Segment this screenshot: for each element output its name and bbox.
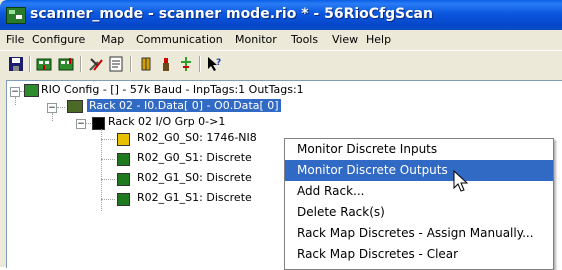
properties-icon[interactable]: [107, 55, 125, 73]
window-title: scanner_mode - scanner mode.rio * - 56Ri…: [30, 6, 433, 22]
menu-bar: File Configure Map Communication Monitor…: [0, 30, 562, 50]
rio-config-icon: [24, 84, 39, 97]
title-bar[interactable]: scanner_mode - scanner mode.rio * - 56Ri…: [0, 0, 562, 30]
root-node-label[interactable]: RIO Config - [] - 57k Baud - InpTags:1 O…: [41, 83, 304, 96]
slot-node-label[interactable]: R02_G0_S0: 1746-NI8: [137, 131, 257, 144]
slot-node-label[interactable]: R02_G0_S1: Discrete: [137, 151, 252, 164]
menu-monitor-discrete-outputs[interactable]: Monitor Discrete Outputs: [285, 160, 553, 181]
menu-view[interactable]: View: [332, 33, 358, 46]
menu-tools[interactable]: Tools: [291, 33, 318, 46]
rack-node-label[interactable]: Rack 02 - I0.Data[ 0] - O0.Data[ 0]: [87, 99, 281, 112]
tools-icon[interactable]: [87, 55, 105, 73]
slot-icon-discrete: [117, 193, 130, 206]
input-icon[interactable]: [137, 55, 155, 73]
menu-map[interactable]: Map: [101, 33, 124, 46]
menu-monitor[interactable]: Monitor: [235, 33, 277, 46]
upload-icon[interactable]: [57, 55, 75, 73]
group-expander[interactable]: −: [76, 119, 86, 129]
slot-icon-discrete: [117, 173, 130, 186]
root-expander[interactable]: −: [10, 87, 20, 97]
menu-rack-map-clear[interactable]: Rack Map Discretes - Clear: [285, 244, 553, 265]
slot-icon-discrete: [117, 153, 130, 166]
help-pointer-icon[interactable]: ?: [205, 55, 223, 73]
rack-expander[interactable]: −: [47, 103, 57, 113]
app-window: scanner_mode - scanner mode.rio * - 56Ri…: [0, 0, 562, 270]
app-icon: [6, 7, 26, 24]
menu-communication[interactable]: Communication: [136, 33, 223, 46]
slot-node-label[interactable]: R02_G1_S1: Discrete: [137, 191, 252, 204]
toolbar: ?: [0, 50, 562, 77]
svg-text:?: ?: [216, 58, 221, 68]
group-node-label[interactable]: Rack 02 I/O Grp 0->1: [108, 115, 225, 128]
io-group-icon: [92, 117, 105, 130]
output-icon[interactable]: [157, 55, 175, 73]
mouse-cursor-icon: [453, 170, 469, 192]
menu-monitor-discrete-inputs[interactable]: Monitor Discrete Inputs: [285, 139, 553, 160]
menu-help[interactable]: Help: [366, 33, 391, 46]
save-icon[interactable]: [7, 55, 25, 73]
context-menu: Monitor Discrete Inputs Monitor Discrete…: [284, 138, 554, 270]
menu-file[interactable]: File: [6, 33, 24, 46]
menu-configure[interactable]: Configure: [32, 33, 85, 46]
rack-icon: [67, 100, 83, 113]
add-icon[interactable]: [177, 55, 195, 73]
menu-rack-map-assign[interactable]: Rack Map Discretes - Assign Manually...: [285, 223, 553, 244]
slot-node-label[interactable]: R02_G1_S0: Discrete: [137, 171, 252, 184]
menu-delete-racks[interactable]: Delete Rack(s): [285, 202, 553, 223]
slot-icon-analog: [117, 133, 130, 146]
menu-add-rack[interactable]: Add Rack...: [285, 181, 553, 202]
download-icon[interactable]: [35, 55, 53, 73]
